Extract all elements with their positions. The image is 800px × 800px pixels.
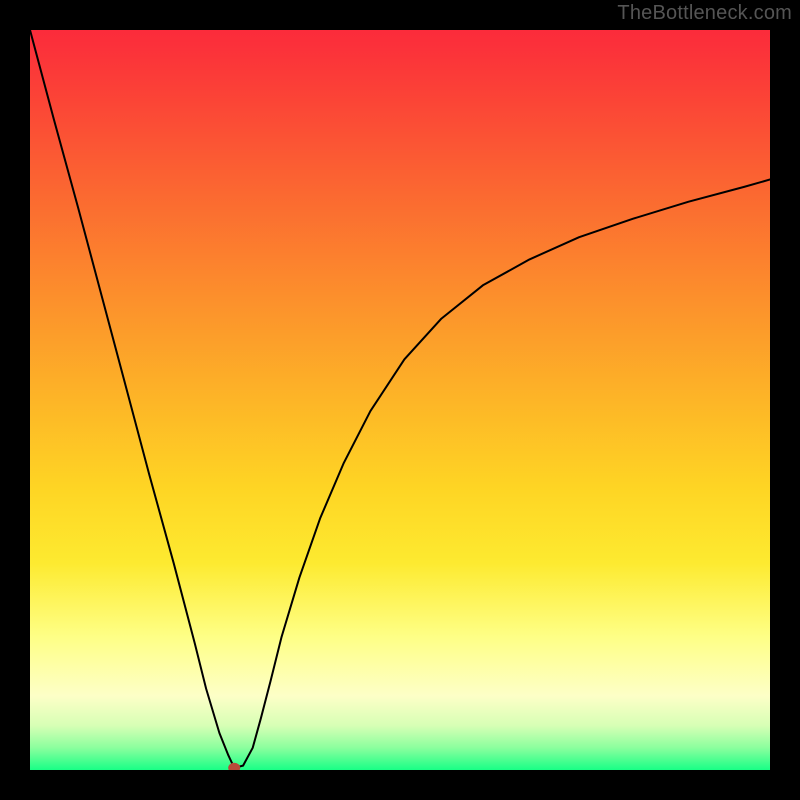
plot-area (30, 30, 770, 770)
curve-svg (30, 30, 770, 770)
bottleneck-curve (30, 30, 770, 768)
optimal-point-marker (228, 763, 240, 770)
chart-frame: TheBottleneck.com (0, 0, 800, 800)
watermark-text: TheBottleneck.com (617, 2, 792, 25)
